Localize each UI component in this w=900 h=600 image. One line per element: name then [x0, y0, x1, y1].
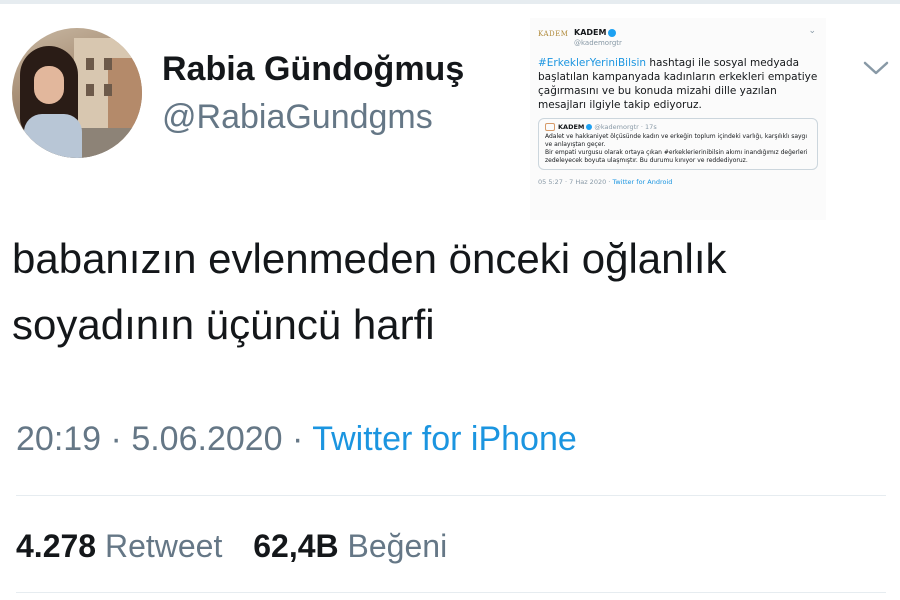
retweet-label: Retweet	[104, 528, 223, 564]
tweet-text-line: soyadının üçüncü harfi	[12, 301, 435, 348]
tweet-meta: 20:19 · 5.06.2020 · Twitter for iPhone	[16, 420, 577, 459]
quoted-meta: 05 5:27 · 7 Haz 2020 · Twitter for Andro…	[538, 178, 673, 186]
nested-quote-header: KADEM @kademorgtr · 17s	[545, 123, 811, 131]
meta-separator: ·	[292, 420, 304, 458]
divider	[16, 495, 886, 496]
avatar-person-shirt	[24, 114, 82, 158]
avatar[interactable]	[12, 28, 142, 158]
like-count: 62,4B	[253, 528, 339, 564]
retweet-stat[interactable]: 4.278 Retweet	[16, 528, 222, 565]
avatar-person-face	[34, 66, 64, 104]
author-name[interactable]: Rabia Gündoğmuş	[162, 50, 464, 89]
tweet-date[interactable]: 5.06.2020	[131, 420, 282, 458]
kadem-logo-icon	[545, 123, 555, 131]
avatar-bg-window	[86, 84, 94, 96]
tweet-source-link[interactable]: Twitter for iPhone	[312, 420, 577, 458]
kadem-logo: KADEM	[538, 30, 569, 38]
tweet-stats: 4.278 Retweet 62,4B Beğeni	[16, 528, 447, 565]
verified-badge-icon	[586, 124, 593, 130]
retweet-count: 4.278	[16, 528, 97, 564]
chevron-down-icon: ⌄	[808, 26, 816, 36]
tweet-text-line: babanızın evlenmeden önceki oğlanlık	[12, 235, 727, 282]
avatar-bg-window	[104, 58, 112, 70]
tweet-text: babanızın evlenmeden önceki oğlanlık soy…	[12, 226, 892, 358]
top-border	[0, 0, 900, 4]
hashtag: #ErkeklerYeriniBilsin	[538, 57, 647, 69]
tweet-time[interactable]: 20:19	[16, 420, 101, 458]
avatar-bg-window	[104, 84, 112, 96]
avatar-bg-window	[86, 58, 94, 70]
nested-quote-text-2: Bir empati vurgusu olarak ortaya çıkan #…	[545, 149, 808, 164]
quoted-author-name: KADEM	[574, 28, 617, 37]
nested-quote-text-1: Adalet ve hakkaniyet ölçüsünde kadın ve …	[545, 133, 808, 148]
author-handle[interactable]: @RabiaGundgms	[162, 98, 433, 137]
divider	[16, 592, 886, 593]
chevron-down-icon[interactable]	[862, 58, 890, 78]
like-stat[interactable]: 62,4B Beğeni	[253, 528, 447, 565]
verified-badge-icon	[608, 28, 617, 37]
quoted-text: #ErkeklerYeriniBilsin hashtagi ile sosya…	[538, 57, 818, 111]
quoted-author-handle: @kademorgtr	[574, 39, 622, 47]
like-label: Beğeni	[347, 528, 448, 564]
meta-separator: ·	[110, 420, 122, 458]
quoted-header: KADEM KADEM @kademorgtr ⌄	[538, 24, 818, 52]
nested-quote: KADEM @kademorgtr · 17s Adalet ve hakkani…	[538, 118, 818, 170]
quoted-screenshot-image: KADEM KADEM @kademorgtr ⌄ #ErkeklerYerin…	[530, 18, 826, 220]
